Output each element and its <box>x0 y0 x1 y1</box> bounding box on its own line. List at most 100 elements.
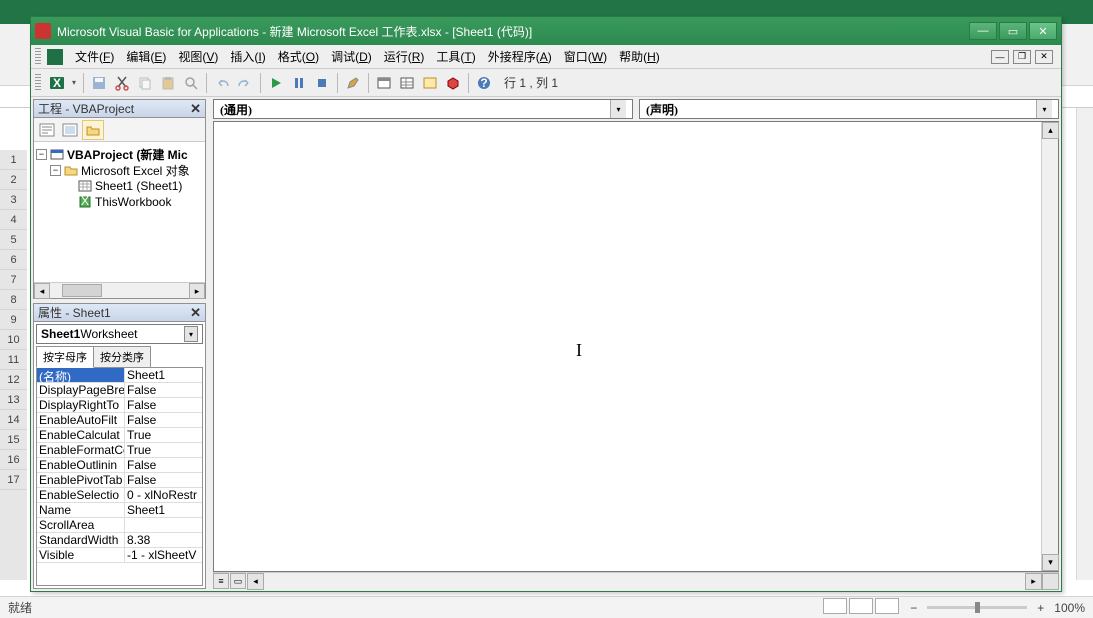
row-header[interactable]: 12 <box>0 370 27 390</box>
menu-e[interactable]: 编辑(E) <box>120 46 172 67</box>
row-header[interactable]: 14 <box>0 410 27 430</box>
code-editor[interactable]: I <box>214 122 1041 571</box>
full-module-view-icon[interactable]: ▭ <box>230 573 246 589</box>
object-dropdown[interactable]: (通用) ▾ <box>213 99 633 119</box>
property-value[interactable]: False <box>125 398 202 412</box>
dropdown-arrow-icon[interactable]: ▾ <box>610 100 626 118</box>
row-header[interactable]: 7 <box>0 270 27 290</box>
menu-t[interactable]: 工具(T) <box>430 46 481 67</box>
menu-w[interactable]: 窗口(W) <box>558 46 613 67</box>
tree-collapse-icon[interactable]: − <box>36 149 47 160</box>
property-row[interactable]: EnableFormatCoTrue <box>37 443 202 458</box>
property-row[interactable]: EnableCalculatTrue <box>37 428 202 443</box>
zoom-slider[interactable] <box>927 606 1027 609</box>
properties-pane-title[interactable]: 属性 - Sheet1 ✕ <box>34 304 205 322</box>
property-value[interactable]: False <box>125 413 202 427</box>
menu-h[interactable]: 帮助(H) <box>613 46 666 67</box>
property-row[interactable]: EnableAutoFiltFalse <box>37 413 202 428</box>
menu-f[interactable]: 文件(F) <box>69 46 120 67</box>
toolbox-icon[interactable] <box>442 72 464 94</box>
tab-alphabetic[interactable]: 按字母序 <box>36 346 94 368</box>
zoom-minus[interactable]: − <box>910 601 917 615</box>
scroll-down-icon[interactable]: ▾ <box>1042 554 1059 571</box>
property-value[interactable]: False <box>125 383 202 397</box>
property-value[interactable]: Sheet1 <box>125 368 202 382</box>
row-header[interactable]: 8 <box>0 290 27 310</box>
view-code-icon[interactable] <box>36 120 58 140</box>
design-mode-icon[interactable] <box>342 72 364 94</box>
property-value[interactable]: 0 - xlNoRestr <box>125 488 202 502</box>
row-header[interactable]: 5 <box>0 230 27 250</box>
properties-window-icon[interactable] <box>396 72 418 94</box>
row-header[interactable]: 15 <box>0 430 27 450</box>
view-mode-icons[interactable] <box>822 598 900 617</box>
property-value[interactable]: Sheet1 <box>125 503 202 517</box>
row-header[interactable]: 16 <box>0 450 27 470</box>
break-icon[interactable] <box>288 72 310 94</box>
code-vscrollbar[interactable]: ▴ ▾ <box>1041 122 1058 571</box>
project-pane-close-icon[interactable]: ✕ <box>190 101 201 117</box>
property-row[interactable]: EnablePivotTabFalse <box>37 473 202 488</box>
zoom-plus[interactable]: + <box>1037 601 1044 615</box>
find-icon[interactable] <box>180 72 202 94</box>
property-value[interactable]: True <box>125 443 202 457</box>
combo-dropdown-icon[interactable]: ▾ <box>184 326 198 342</box>
row-header[interactable]: 6 <box>0 250 27 270</box>
menu-d[interactable]: 调试(D) <box>325 46 378 67</box>
maximize-button[interactable]: ▭ <box>999 22 1027 40</box>
scroll-left-icon[interactable]: ◂ <box>34 283 50 299</box>
menu-i[interactable]: 插入(I) <box>224 46 271 67</box>
scroll-up-icon[interactable]: ▴ <box>1042 122 1059 139</box>
mdi-minimize[interactable]: — <box>991 50 1009 64</box>
menu-o[interactable]: 格式(O) <box>272 46 325 67</box>
properties-pane-close-icon[interactable]: ✕ <box>190 305 201 321</box>
property-value[interactable]: False <box>125 473 202 487</box>
view-excel-icon[interactable]: X <box>46 72 68 94</box>
menu-a[interactable]: 外接程序(A) <box>482 46 558 67</box>
scroll-right-icon[interactable]: ▸ <box>189 283 205 299</box>
mdi-icon[interactable] <box>47 49 63 65</box>
object-browser-icon[interactable] <box>419 72 441 94</box>
scroll-right-icon[interactable]: ▸ <box>1025 573 1042 590</box>
tree-workbook-label[interactable]: ThisWorkbook <box>95 195 171 209</box>
project-hscroll[interactable]: ◂ ▸ <box>34 282 205 298</box>
mdi-restore[interactable]: ❐ <box>1013 50 1031 64</box>
dropdown-arrow-icon[interactable]: ▾ <box>1036 100 1052 118</box>
property-row[interactable]: (名称)Sheet1 <box>37 368 202 383</box>
help-icon[interactable]: ? <box>473 72 495 94</box>
row-header[interactable]: 9 <box>0 310 27 330</box>
properties-object-combo[interactable]: Sheet1 Worksheet ▾ <box>36 324 203 344</box>
property-row[interactable]: ScrollArea <box>37 518 202 533</box>
property-value[interactable]: False <box>125 458 202 472</box>
close-button[interactable]: ✕ <box>1029 22 1057 40</box>
row-header[interactable]: 17 <box>0 470 27 490</box>
tree-folder-label[interactable]: Microsoft Excel 对象 <box>81 162 190 179</box>
project-tree[interactable]: − VBAProject (新建 Mic − Microsoft Excel 对… <box>34 142 205 282</box>
row-header[interactable]: 13 <box>0 390 27 410</box>
property-row[interactable]: Visible-1 - xlSheetV <box>37 548 202 563</box>
property-value[interactable] <box>125 518 202 532</box>
tree-collapse-icon[interactable]: − <box>50 165 61 176</box>
row-header[interactable]: 1 <box>0 150 27 170</box>
row-header[interactable]: 10 <box>0 330 27 350</box>
cut-icon[interactable] <box>111 72 133 94</box>
property-value[interactable]: 8.38 <box>125 533 202 547</box>
project-pane-title[interactable]: 工程 - VBAProject ✕ <box>34 100 205 118</box>
toolbar-grip[interactable] <box>35 74 41 92</box>
excel-scrollbar[interactable] <box>1076 108 1093 580</box>
toggle-folders-icon[interactable] <box>82 120 104 140</box>
row-header[interactable]: 4 <box>0 210 27 230</box>
save-icon[interactable] <box>88 72 110 94</box>
property-row[interactable]: EnableSelectio0 - xlNoRestr <box>37 488 202 503</box>
scroll-left-icon[interactable]: ◂ <box>247 573 264 590</box>
menu-r[interactable]: 运行(R) <box>378 46 431 67</box>
mdi-close[interactable]: ✕ <box>1035 50 1053 64</box>
property-row[interactable]: StandardWidth8.38 <box>37 533 202 548</box>
property-row[interactable]: EnableOutlininFalse <box>37 458 202 473</box>
reset-icon[interactable] <box>311 72 333 94</box>
zoom-level[interactable]: 100% <box>1054 601 1085 615</box>
property-row[interactable]: DisplayPageBreFalse <box>37 383 202 398</box>
procedure-view-icon[interactable]: ≡ <box>213 573 229 589</box>
row-header[interactable]: 11 <box>0 350 27 370</box>
row-header[interactable]: 2 <box>0 170 27 190</box>
